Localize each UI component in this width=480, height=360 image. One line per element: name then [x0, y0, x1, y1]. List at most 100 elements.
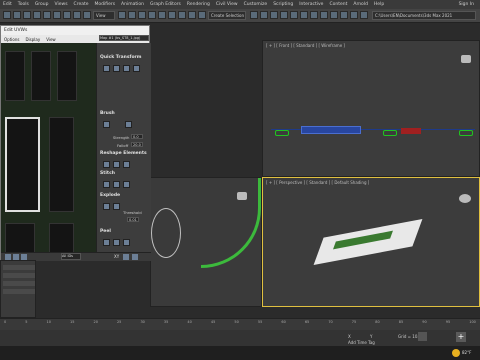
named-sel-icon[interactable]	[168, 11, 176, 19]
align-center-icon[interactable]	[123, 65, 130, 72]
xy-toggle[interactable]: XY	[114, 254, 119, 259]
uv-menu-display[interactable]: Display	[25, 37, 40, 42]
uv-menu-view[interactable]: View	[46, 37, 56, 42]
curve-editor-icon[interactable]	[270, 11, 278, 19]
material-editor-icon[interactable]	[290, 11, 298, 19]
align-icon[interactable]	[198, 11, 206, 19]
menu-scripting[interactable]: Scripting	[273, 2, 293, 7]
menu-edit[interactable]: Edit	[3, 2, 12, 7]
a360-icon[interactable]	[340, 11, 348, 19]
mirror-icon[interactable]	[188, 11, 196, 19]
uv-selection-box[interactable]	[5, 117, 40, 212]
render-icon[interactable]	[320, 11, 328, 19]
play-icon[interactable]	[418, 332, 427, 341]
stitch-header[interactable]: Stitch	[100, 171, 115, 176]
all-ids-dropdown[interactable]: All IDs	[61, 253, 81, 260]
left-viewport[interactable]	[150, 177, 262, 307]
rotate-90-icon[interactable]	[133, 65, 140, 72]
align-x-icon[interactable]	[103, 65, 110, 72]
edit-named-sel-icon[interactable]	[178, 11, 186, 19]
ribbon-icon[interactable]	[260, 11, 268, 19]
link-icon[interactable]	[23, 11, 31, 19]
weld-icon[interactable]	[113, 203, 120, 210]
teapot-icon[interactable]	[330, 11, 338, 19]
peel-mode-icon[interactable]	[113, 239, 120, 246]
stitch-average-icon[interactable]	[123, 181, 130, 188]
layer-row[interactable]	[3, 281, 35, 286]
pan-icon[interactable]	[132, 254, 138, 260]
falloff-field[interactable]: 20.0	[131, 142, 143, 147]
render-setup-icon[interactable]	[300, 11, 308, 19]
relax-brush-icon[interactable]	[125, 121, 132, 128]
menu-tools[interactable]: Tools	[18, 2, 29, 7]
reshape-elements-header[interactable]: Reshape Elements	[100, 151, 147, 156]
filter-icon[interactable]	[53, 11, 61, 19]
angle-snap-icon[interactable]	[138, 11, 146, 19]
break-icon[interactable]	[103, 203, 110, 210]
layer-row[interactable]	[3, 265, 35, 270]
add-time-tag-button[interactable]: Add Time Tag	[348, 340, 375, 345]
layers-icon[interactable]	[250, 11, 258, 19]
schematic-icon[interactable]	[280, 11, 288, 19]
undo-icon[interactable]	[3, 11, 11, 19]
uv-texture-view[interactable]	[1, 43, 96, 261]
front-viewport[interactable]: [ + ] [ Front ] [ Standard ] [ Wireframe…	[262, 40, 480, 177]
relax-icon[interactable]	[113, 161, 120, 168]
viewcube-icon[interactable]	[237, 192, 247, 200]
explode-header[interactable]: Explode	[100, 193, 120, 198]
front-viewport-label[interactable]: [ + ] [ Front ] [ Standard ] [ Wireframe…	[266, 43, 345, 48]
perspective-viewport-label[interactable]: [ + ] [ Perspective ] [ Standard ] [ Def…	[266, 180, 369, 185]
menu-arnold[interactable]: Arnold	[353, 2, 368, 7]
menu-interactive[interactable]: Interactive	[299, 2, 323, 7]
sign-in-link[interactable]: Sign In	[459, 2, 474, 7]
menu-civil-view[interactable]: Civil View	[216, 2, 238, 7]
render-frame-icon[interactable]	[310, 11, 318, 19]
percent-snap-icon[interactable]	[148, 11, 156, 19]
unlink-icon[interactable]	[33, 11, 41, 19]
brush-icon[interactable]	[103, 121, 110, 128]
align-y-icon[interactable]	[113, 65, 120, 72]
pivot-icon[interactable]	[118, 11, 126, 19]
view-dropdown[interactable]: View	[93, 11, 115, 20]
menu-views[interactable]: Views	[55, 2, 68, 7]
layer-row[interactable]	[3, 273, 35, 278]
map-dropdown[interactable]: Map #1 (bs_ST8_1.jpg)	[99, 35, 149, 41]
menu-graph-editors[interactable]: Graph Editors	[150, 2, 181, 7]
menu-group[interactable]: Group	[35, 2, 49, 7]
brush-header[interactable]: Brush	[100, 111, 115, 116]
menu-create[interactable]: Create	[74, 2, 89, 7]
project-path-field[interactable]: C:\Users\EN\Documents\3ds Max 2021	[372, 11, 476, 20]
menu-customize[interactable]: Customize	[244, 2, 268, 7]
menu-modifiers[interactable]: Modifiers	[95, 2, 116, 7]
stitch-target-icon[interactable]	[113, 181, 120, 188]
snap-icon[interactable]	[128, 11, 136, 19]
uv-menu-options[interactable]: Options	[4, 37, 19, 42]
layer-row[interactable]	[3, 289, 35, 294]
folder-icon[interactable]	[360, 11, 368, 19]
add-icon[interactable]: +	[456, 332, 466, 342]
threshold-field[interactable]: 0.01	[127, 217, 139, 222]
straighten-icon[interactable]	[103, 161, 110, 168]
zoom-icon[interactable]	[123, 254, 129, 260]
weather-icon[interactable]	[452, 349, 460, 357]
pin-icon[interactable]	[123, 239, 130, 246]
circle-icon[interactable]	[123, 161, 130, 168]
viewcube-icon[interactable]	[459, 194, 471, 203]
menu-content[interactable]: Content	[329, 2, 347, 7]
peel-header[interactable]: Peel	[100, 229, 111, 234]
strength-field[interactable]: 0.0	[131, 134, 143, 139]
redo-icon[interactable]	[13, 11, 21, 19]
select-by-name-icon[interactable]	[73, 11, 81, 19]
menu-animation[interactable]: Animation	[121, 2, 144, 7]
quick-transform-header[interactable]: Quick Transform	[100, 55, 141, 60]
menu-rendering[interactable]: Rendering	[187, 2, 210, 7]
timeline[interactable]: 0 5 10 15 20 25 30 35 40 45 50 55 60 65 …	[0, 318, 480, 330]
stitch-source-icon[interactable]	[103, 181, 110, 188]
home-icon[interactable]	[350, 11, 358, 19]
select-icon[interactable]	[63, 11, 71, 19]
selection-set-dropdown[interactable]: Create Selection Se	[208, 11, 246, 20]
move-icon[interactable]	[83, 11, 91, 19]
spinner-snap-icon[interactable]	[158, 11, 166, 19]
bind-icon[interactable]	[43, 11, 51, 19]
menu-help[interactable]: Help	[374, 2, 384, 7]
